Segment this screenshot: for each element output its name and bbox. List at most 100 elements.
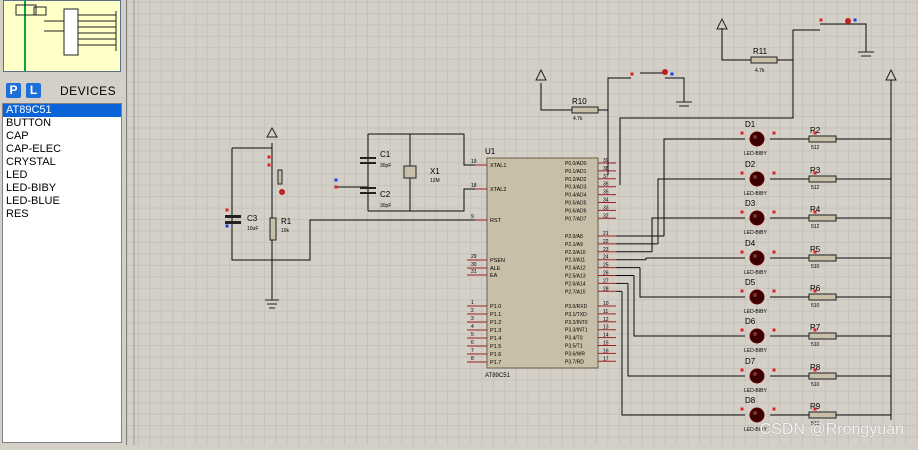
- x1-value: 12M: [430, 178, 440, 184]
- device-item[interactable]: BUTTON: [3, 117, 121, 130]
- led-highlight: [753, 214, 757, 218]
- pin-number: 9: [471, 214, 474, 220]
- pin-number: 35: [603, 190, 609, 196]
- led-drive-wire: [657, 178, 745, 244]
- pin-number: 10: [603, 301, 609, 307]
- led-icon: [749, 210, 765, 226]
- led-drive-wire: [645, 257, 745, 260]
- pin-number: 12: [603, 317, 609, 323]
- pin-name: P1.7: [490, 360, 501, 366]
- device-item[interactable]: LED: [3, 169, 121, 182]
- pin-number: 31: [471, 269, 477, 275]
- r10-body: [571, 106, 599, 114]
- button-knob-icon: [662, 69, 668, 75]
- resistor-body: [808, 372, 837, 380]
- pin-name: P2.7/A15: [565, 289, 586, 295]
- c1-plate: [360, 157, 376, 159]
- overview-thumbnail: [15, 1, 117, 71]
- devices-title: DEVICES: [60, 84, 117, 98]
- pin-number: 11: [603, 309, 608, 315]
- pin-number: 17: [603, 356, 609, 362]
- library-button[interactable]: L: [26, 83, 41, 98]
- pin-name: XTAL2: [490, 187, 506, 193]
- pin-marker: [813, 289, 817, 293]
- pin-name: P2.5/A13: [565, 274, 586, 280]
- led-ref: D4: [745, 239, 756, 248]
- left-panel: P L DEVICES AT89C51 BUTTON CAP CAP-ELEC CRYS…: [0, 0, 127, 445]
- resistor-value: 512: [811, 145, 820, 151]
- schematic-svg[interactable]: U1AT89C5119XTAL118XTAL29RST29PSEN30ALE31…: [126, 0, 918, 445]
- led-icon: [749, 368, 765, 384]
- pin-number: 36: [603, 182, 609, 188]
- r1-body: [269, 217, 277, 241]
- pin-number: 28: [603, 286, 609, 292]
- pin-number: 5: [471, 332, 474, 338]
- pin-number: 25: [603, 263, 609, 269]
- pin-number: 32: [603, 213, 609, 219]
- pin-marker: [772, 210, 776, 214]
- schematic-canvas[interactable]: U1 AT89C51 19 XTAL1 18 XTAL2 9 RST 29 PSEN 30 ALE 31…: [126, 0, 918, 445]
- led-ref: D3: [745, 199, 756, 208]
- led-part: LED-BIBY: [744, 348, 767, 354]
- pin-name: PSEN: [490, 258, 505, 264]
- pin-number: 33: [603, 205, 609, 211]
- device-item[interactable]: CRYSTAL: [3, 156, 121, 169]
- device-item[interactable]: AT89C51: [3, 104, 121, 117]
- led-highlight: [753, 411, 757, 415]
- button-knob-icon: [845, 18, 851, 24]
- led-part: LED-BIBY: [744, 309, 767, 315]
- watermark: CSDN @Rrongyuan: [759, 421, 904, 438]
- pin-name: P3.3/INT1: [565, 328, 588, 334]
- r11-ref: R11: [753, 47, 768, 56]
- pin-marker: [267, 155, 271, 159]
- device-item[interactable]: CAP: [3, 130, 121, 143]
- r10-wire: [540, 83, 572, 111]
- pin-marker: [225, 208, 229, 212]
- pin-marker: [772, 171, 776, 175]
- c2-value: 30pF: [380, 203, 391, 209]
- pin-name: P3.5/T1: [565, 344, 583, 350]
- pin-number: 6: [471, 340, 474, 346]
- device-item[interactable]: LED-BLUE: [3, 195, 121, 208]
- pin-number: 21: [603, 231, 609, 237]
- pin-name: P1.6: [490, 352, 501, 358]
- pin-name: P3.7/RD: [565, 359, 584, 365]
- pin-marker: [813, 368, 817, 372]
- led-part: LED-BIBY: [744, 270, 767, 276]
- led-highlight: [753, 332, 757, 336]
- pin-marker: [813, 250, 817, 254]
- pin-name: P3.2/INT0: [565, 320, 588, 326]
- button-gnd: [665, 77, 685, 102]
- x1-body: [403, 165, 417, 179]
- pin-name: P0.5/AD5: [565, 201, 587, 207]
- led-part: LED-BIBY: [744, 151, 767, 157]
- device-item[interactable]: RES: [3, 208, 121, 221]
- button-knob-icon: [279, 189, 285, 195]
- pin-name: P0.1/AD1: [565, 169, 587, 175]
- pin-name: P3.4/T0: [565, 336, 583, 342]
- button-body: [277, 169, 283, 185]
- device-item[interactable]: LED-BIBY: [3, 182, 121, 195]
- pin-name: P3.6/WR: [565, 351, 585, 357]
- led-part: LED-BIBY: [744, 388, 767, 394]
- resistor-body: [808, 332, 837, 340]
- pin-marker: [740, 171, 744, 175]
- pin-name: RST: [490, 218, 502, 224]
- led-part: LED-BIBY: [744, 191, 767, 197]
- device-list[interactable]: AT89C51 BUTTON CAP CAP-ELEC CRYSTAL LED LED-BI…: [2, 103, 122, 443]
- pin-marker: [225, 224, 229, 228]
- pin-name: P3.1/TXD: [565, 312, 587, 318]
- overview-window[interactable]: [3, 0, 121, 72]
- pin-marker: [740, 131, 744, 135]
- pin-number: 8: [471, 356, 474, 362]
- led-ref: D1: [745, 120, 756, 129]
- r11-wire: [721, 28, 751, 61]
- pin-number: 2: [471, 308, 474, 314]
- resistor-value: 510: [811, 382, 820, 388]
- pin-name: P0.0/AD0: [565, 161, 587, 167]
- resistor-value: 510: [811, 264, 820, 270]
- pin-number: 34: [603, 198, 609, 204]
- pick-devices-button[interactable]: P: [6, 83, 21, 98]
- device-item[interactable]: CAP-ELEC: [3, 143, 121, 156]
- pin-number: 3: [471, 316, 474, 322]
